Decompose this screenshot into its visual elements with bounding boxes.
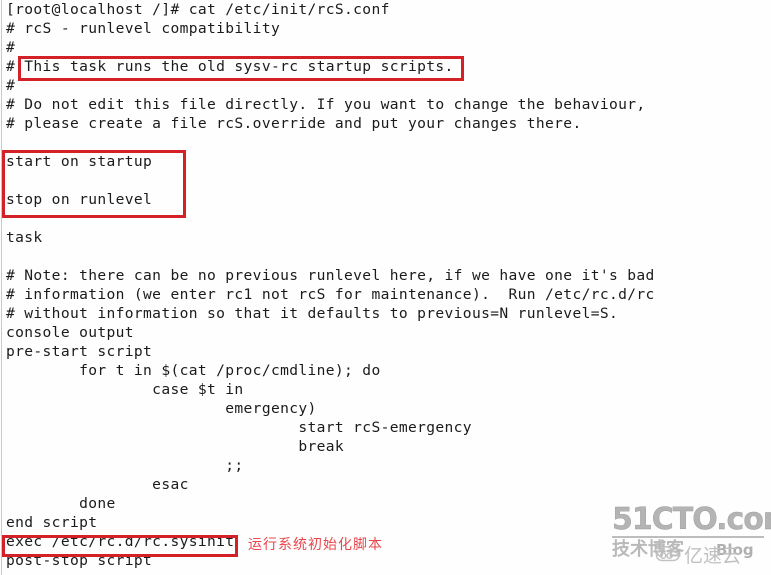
terminal-line-9 <box>0 171 771 190</box>
terminal-line-20: case $t in <box>6 381 244 398</box>
terminal-line-7 <box>0 133 771 152</box>
terminal-line-14: # Note: there can be no previous runleve… <box>6 267 655 284</box>
terminal-output[interactable]: [root@localhost /]# cat /etc/init/rcS.co… <box>0 0 771 570</box>
terminal-line-13 <box>0 247 771 266</box>
terminal-line-0: [root@localhost /]# cat /etc/init/rcS.co… <box>6 1 390 18</box>
terminal-line-16: # without information so that it default… <box>6 305 619 322</box>
terminal-line-10: stop on runlevel <box>6 191 153 208</box>
terminal-line-3: # This task runs the old sysv-rc startup… <box>6 58 454 75</box>
terminal-line-4: # <box>6 77 16 94</box>
terminal-line-29: post-stop script <box>6 552 153 569</box>
terminal-window: [root@localhost /]# cat /etc/init/rcS.co… <box>0 0 771 575</box>
terminal-line-15: # information (we enter rc1 not rcS for … <box>6 286 655 303</box>
terminal-line-11 <box>0 209 771 228</box>
annotation-exec-label: 运行系统初始化脚本 <box>248 537 383 553</box>
terminal-line-17: console output <box>6 324 134 341</box>
terminal-line-18: pre-start script <box>6 343 153 360</box>
terminal-line-22: start rcS-emergency <box>6 419 472 436</box>
terminal-line-28: exec /etc/rc.d/rc.sysinit <box>6 533 235 550</box>
terminal-line-12: task <box>6 229 43 246</box>
terminal-line-5: # Do not edit this file directly. If you… <box>6 96 646 113</box>
terminal-line-27: end script <box>6 514 98 531</box>
terminal-line-25: esac <box>6 476 189 493</box>
terminal-line-19: for t in $(cat /proc/cmdline); do <box>6 362 381 379</box>
terminal-line-26: done <box>6 495 116 512</box>
terminal-line-1: # rcS - runlevel compatibility <box>6 20 281 37</box>
terminal-line-21: emergency) <box>6 400 317 417</box>
terminal-line-8: start on startup <box>6 153 153 170</box>
terminal-line-24: ;; <box>6 457 244 474</box>
terminal-line-23: break <box>6 438 345 455</box>
terminal-line-2: # <box>6 39 16 56</box>
terminal-line-6: # please create a file rcS.override and … <box>6 115 582 132</box>
